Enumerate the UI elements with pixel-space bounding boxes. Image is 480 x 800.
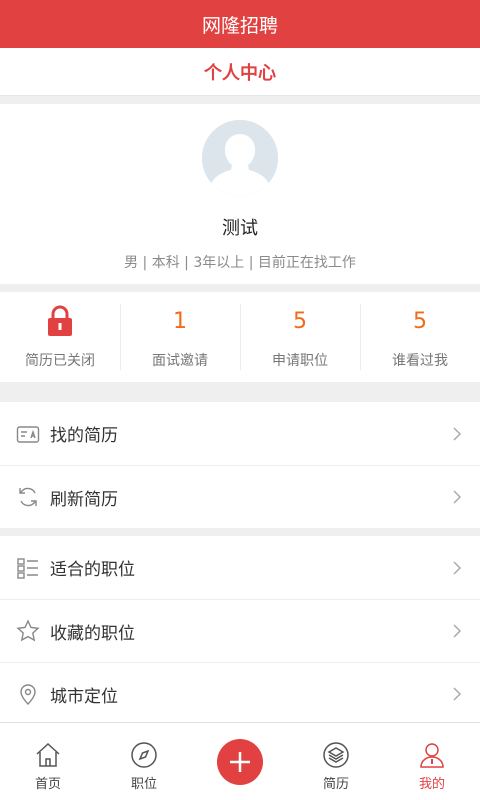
list-icon <box>17 557 38 579</box>
profile-info: 男 | 本科 | 3年以上 | 目前正在找工作 <box>124 255 356 271</box>
tab-mine[interactable]: 我的 <box>384 723 480 800</box>
add-button[interactable] <box>217 738 263 785</box>
chevron-right-icon <box>453 687 462 701</box>
layers-icon <box>323 742 349 768</box>
menu-item-favorite-jobs[interactable]: 收藏的职位 <box>0 599 480 662</box>
menu-group-jobs: 适合的职位 收藏的职位 城市定位 <box>0 536 480 725</box>
stat-label: 简历已关闭 <box>25 353 95 369</box>
avatar[interactable] <box>202 120 278 196</box>
stat-value: 5 <box>413 308 427 334</box>
tab-label: 职位 <box>130 777 157 792</box>
tab-publish[interactable] <box>192 723 288 800</box>
lock-icon <box>48 305 72 336</box>
refresh-icon <box>19 487 37 507</box>
menu-item-label: 刷新简历 <box>50 489 118 510</box>
profile-name: 测试 <box>222 218 258 239</box>
stat-label: 面试邀请 <box>152 353 208 369</box>
menu-item-city-location[interactable]: 城市定位 <box>0 662 480 725</box>
menu-item-my-resume[interactable]: 找的简历 <box>0 402 480 465</box>
profile-card[interactable]: 测试 男 | 本科 | 3年以上 | 目前正在找工作 <box>0 104 480 284</box>
app-title-bar: 网隆招聘 <box>0 0 480 48</box>
page-header: 个人中心 <box>0 48 480 96</box>
chevron-right-icon <box>453 426 462 441</box>
tab-label: 首页 <box>34 777 61 792</box>
menu-item-refresh-resume[interactable]: 刷新简历 <box>0 465 480 528</box>
chevron-right-icon <box>453 490 462 504</box>
stat-who-viewed-me[interactable]: 5 谁看过我 <box>360 292 480 382</box>
resume-card-icon <box>16 425 40 443</box>
section-gap <box>0 382 480 402</box>
bottom-tab-bar: 首页 职位 简历 我的 <box>0 722 480 800</box>
stats-bar: 简历已关闭 1 面试邀请 5 申请职位 5 谁看过我 <box>0 292 480 382</box>
menu-item-suitable-jobs[interactable]: 适合的职位 <box>0 536 480 599</box>
default-avatar-icon <box>202 120 278 196</box>
section-gap <box>0 96 480 104</box>
tab-home[interactable]: 首页 <box>0 723 96 800</box>
stat-label: 谁看过我 <box>392 353 448 369</box>
tab-label: 我的 <box>418 777 445 792</box>
home-icon <box>36 742 60 767</box>
menu-item-label: 城市定位 <box>50 686 118 707</box>
stat-applied-jobs[interactable]: 5 申请职位 <box>240 292 360 382</box>
tab-resume[interactable]: 简历 <box>288 723 384 800</box>
plus-icon <box>230 751 250 772</box>
user-icon <box>420 743 444 768</box>
compass-icon <box>131 742 157 768</box>
star-icon <box>16 619 40 642</box>
menu-item-label: 收藏的职位 <box>50 623 135 644</box>
location-pin-icon <box>20 684 36 705</box>
tab-label: 简历 <box>322 777 349 792</box>
section-gap <box>0 528 480 536</box>
stat-value: 1 <box>173 308 187 334</box>
app-title: 网隆招聘 <box>201 14 278 37</box>
stat-label: 申请职位 <box>272 353 328 369</box>
menu-group-resume: 找的简历 刷新简历 <box>0 402 480 528</box>
section-gap <box>0 284 480 292</box>
menu-item-label: 适合的职位 <box>50 560 135 580</box>
stat-resume-status[interactable]: 简历已关闭 <box>0 292 120 382</box>
stat-value: 5 <box>293 308 307 334</box>
tab-jobs[interactable]: 职位 <box>96 723 192 800</box>
chevron-right-icon <box>453 560 462 575</box>
stat-interview-invites[interactable]: 1 面试邀请 <box>120 292 240 382</box>
menu-item-label: 找的简历 <box>50 426 118 446</box>
chevron-right-icon <box>453 624 462 638</box>
page-title: 个人中心 <box>204 62 276 84</box>
